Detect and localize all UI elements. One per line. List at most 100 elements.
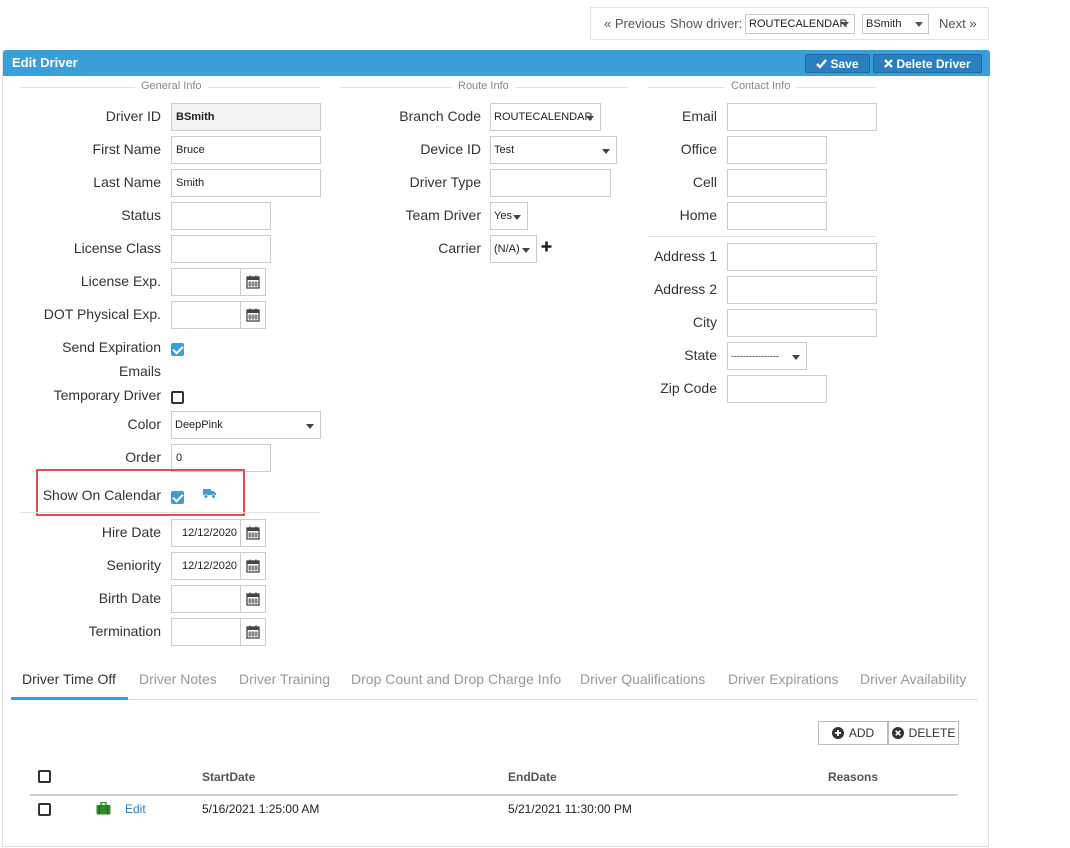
hire-date-field[interactable]: 12/12/2020 bbox=[171, 519, 241, 547]
termination-calendar-button[interactable] bbox=[240, 618, 266, 646]
cell-field[interactable] bbox=[727, 169, 827, 197]
add-button[interactable]: ADD bbox=[818, 721, 888, 745]
tab-drop-count[interactable]: Drop Count and Drop Charge Info bbox=[351, 671, 561, 687]
section-divider bbox=[648, 236, 876, 237]
address-1-field[interactable] bbox=[727, 243, 877, 271]
driver-select[interactable]: BSmith bbox=[862, 14, 929, 34]
branch-code-value: ROUTECALENDAR bbox=[494, 111, 593, 123]
last-name-field[interactable]: Smith bbox=[171, 169, 321, 197]
birth-date-field[interactable] bbox=[171, 585, 241, 613]
save-button[interactable]: Save bbox=[805, 54, 870, 73]
device-id-label: Device ID bbox=[420, 141, 481, 157]
temporary-driver-checkbox[interactable] bbox=[171, 391, 184, 404]
next-link[interactable]: Next » bbox=[939, 16, 977, 31]
branch-select[interactable]: ROUTECALENDAR bbox=[745, 14, 855, 34]
calendar-icon bbox=[246, 625, 260, 639]
end-date-header[interactable]: EndDate bbox=[508, 770, 557, 784]
chevron-down-icon bbox=[522, 248, 530, 253]
color-select[interactable]: DeepPink bbox=[171, 411, 321, 439]
chevron-down-icon bbox=[513, 215, 521, 220]
edit-link[interactable]: Edit bbox=[125, 802, 146, 816]
row-checkbox[interactable] bbox=[38, 803, 51, 816]
tab-driver-training[interactable]: Driver Training bbox=[239, 671, 330, 687]
start-date-header[interactable]: StartDate bbox=[202, 770, 255, 784]
state-label: State bbox=[684, 347, 717, 363]
seniority-calendar-button[interactable] bbox=[240, 552, 266, 580]
reasons-header[interactable]: Reasons bbox=[828, 770, 878, 784]
dot-physical-exp-field[interactable] bbox=[171, 301, 241, 329]
select-all-checkbox[interactable] bbox=[38, 770, 51, 783]
send-expiration-label-2: Emails bbox=[118, 363, 161, 379]
chevron-down-icon bbox=[586, 116, 594, 121]
plus-circle-icon bbox=[831, 727, 844, 739]
license-class-label: License Class bbox=[73, 240, 161, 256]
active-tab-indicator bbox=[11, 697, 128, 700]
license-class-field[interactable] bbox=[171, 235, 271, 263]
chevron-down-icon bbox=[915, 22, 923, 27]
address-2-field[interactable] bbox=[727, 276, 877, 304]
send-expiration-label: Send Expiration bbox=[62, 339, 161, 355]
state-select[interactable]: ---------------- bbox=[727, 342, 807, 370]
delete-button[interactable]: DELETE bbox=[888, 721, 959, 745]
device-id-select[interactable]: Test bbox=[490, 136, 617, 164]
seniority-label: Seniority bbox=[106, 557, 161, 573]
route-info-heading: Route Info bbox=[452, 80, 515, 92]
tab-driver-qualifications[interactable]: Driver Qualifications bbox=[580, 671, 705, 687]
calendar-icon bbox=[246, 559, 260, 573]
termination-field[interactable] bbox=[171, 618, 241, 646]
driver-id-label: Driver ID bbox=[105, 108, 161, 124]
zip-code-label: Zip Code bbox=[660, 380, 717, 396]
general-info-heading: General Info bbox=[135, 80, 208, 92]
status-field[interactable] bbox=[171, 202, 271, 230]
order-field[interactable]: 0 bbox=[171, 444, 271, 472]
team-driver-value: Yes bbox=[494, 210, 512, 222]
delete-driver-button[interactable]: Delete Driver bbox=[873, 54, 982, 73]
branch-code-select[interactable]: ROUTECALENDAR bbox=[490, 103, 601, 131]
first-name-field[interactable]: Bruce bbox=[171, 136, 321, 164]
panel-header: Edit Driver Save Delete Driver bbox=[3, 50, 990, 76]
close-circle-icon bbox=[891, 727, 904, 739]
temporary-driver-label: Temporary Driver bbox=[53, 387, 161, 403]
driver-select-value: BSmith bbox=[866, 18, 902, 30]
hire-date-calendar-button[interactable] bbox=[240, 519, 266, 547]
plus-icon[interactable] bbox=[541, 241, 552, 252]
office-field[interactable] bbox=[727, 136, 827, 164]
chevron-down-icon bbox=[306, 424, 314, 429]
address-1-label: Address 1 bbox=[653, 248, 717, 264]
hire-date-label: Hire Date bbox=[101, 524, 161, 540]
status-label: Status bbox=[121, 207, 161, 223]
office-label: Office bbox=[680, 141, 717, 157]
grid-header-divider bbox=[30, 794, 958, 796]
start-date-cell: 5/16/2021 1:25:00 AM bbox=[202, 802, 320, 816]
home-field[interactable] bbox=[727, 202, 827, 230]
chevron-down-icon bbox=[841, 22, 849, 27]
address-2-label: Address 2 bbox=[653, 281, 717, 297]
contact-info-heading: Contact Info bbox=[725, 80, 797, 92]
team-driver-select[interactable]: Yes bbox=[490, 202, 528, 230]
color-label: Color bbox=[127, 416, 161, 432]
carrier-label: Carrier bbox=[438, 240, 481, 256]
show-on-calendar-checkbox[interactable] bbox=[171, 491, 184, 504]
tab-driver-expirations[interactable]: Driver Expirations bbox=[728, 671, 838, 687]
birth-date-label: Birth Date bbox=[98, 590, 161, 606]
tab-driver-time-off[interactable]: Driver Time Off bbox=[22, 671, 116, 687]
zip-code-field[interactable] bbox=[727, 375, 827, 403]
tab-driver-notes[interactable]: Driver Notes bbox=[139, 671, 217, 687]
driver-id-field: BSmith bbox=[171, 103, 321, 131]
calendar-icon bbox=[246, 592, 260, 606]
previous-link[interactable]: « Previous bbox=[604, 16, 665, 31]
carrier-select[interactable]: (N/A) bbox=[490, 235, 537, 263]
license-exp-field[interactable] bbox=[171, 268, 241, 296]
driver-type-field[interactable] bbox=[490, 169, 611, 197]
city-field[interactable] bbox=[727, 309, 877, 337]
email-field[interactable] bbox=[727, 103, 877, 131]
dot-physical-exp-calendar-button[interactable] bbox=[240, 301, 266, 329]
send-expiration-checkbox[interactable] bbox=[171, 343, 184, 356]
license-exp-calendar-button[interactable] bbox=[240, 268, 266, 296]
home-label: Home bbox=[679, 207, 717, 223]
chevron-down-icon bbox=[792, 355, 800, 360]
tab-driver-availability[interactable]: Driver Availability bbox=[860, 671, 966, 687]
truck-icon bbox=[203, 489, 216, 499]
birth-date-calendar-button[interactable] bbox=[240, 585, 266, 613]
seniority-field[interactable]: 12/12/2020 bbox=[171, 552, 241, 580]
